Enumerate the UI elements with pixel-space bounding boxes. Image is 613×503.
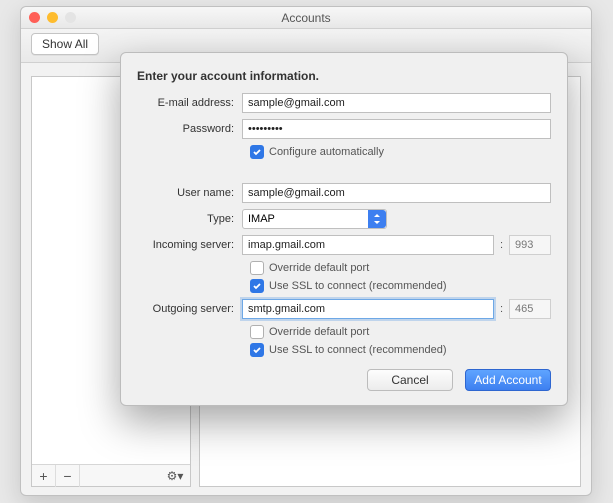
- minimize-icon[interactable]: [47, 12, 58, 23]
- cancel-button[interactable]: Cancel: [367, 369, 453, 391]
- outgoing-override-port-label: Override default port: [269, 326, 369, 338]
- incoming-label: Incoming server:: [137, 239, 242, 251]
- traffic-lights: [29, 12, 76, 23]
- email-label: E-mail address:: [137, 97, 242, 109]
- password-label: Password:: [137, 123, 242, 135]
- type-select[interactable]: IMAP: [242, 209, 387, 229]
- email-field[interactable]: [242, 93, 551, 113]
- configure-automatically-checkbox[interactable]: [250, 145, 264, 159]
- incoming-server-field[interactable]: [242, 235, 494, 255]
- sheet-title: Enter your account information.: [137, 69, 551, 83]
- port-separator: :: [500, 239, 503, 251]
- outgoing-port-field[interactable]: [509, 299, 551, 319]
- password-field[interactable]: [242, 119, 551, 139]
- configure-automatically-label: Configure automatically: [269, 146, 384, 158]
- gear-menu-button[interactable]: ⚙▾: [160, 469, 190, 483]
- type-select-value: IMAP: [248, 213, 275, 225]
- close-icon[interactable]: [29, 12, 40, 23]
- outgoing-server-field[interactable]: [242, 299, 494, 319]
- username-field[interactable]: [242, 183, 551, 203]
- window-title: Accounts: [281, 11, 330, 25]
- outgoing-override-port-checkbox[interactable]: [250, 325, 264, 339]
- port-separator-2: :: [500, 303, 503, 315]
- add-account-button[interactable]: Add Account: [465, 369, 551, 391]
- show-all-button[interactable]: Show All: [31, 33, 99, 55]
- list-footer: + − ⚙▾: [32, 464, 190, 486]
- zoom-icon[interactable]: [65, 12, 76, 23]
- incoming-ssl-label: Use SSL to connect (recommended): [269, 280, 447, 292]
- type-label: Type:: [137, 213, 242, 225]
- remove-account-small-button[interactable]: −: [56, 465, 80, 487]
- add-account-small-button[interactable]: +: [32, 465, 56, 487]
- incoming-override-port-checkbox[interactable]: [250, 261, 264, 275]
- username-label: User name:: [137, 187, 242, 199]
- outgoing-ssl-label: Use SSL to connect (recommended): [269, 344, 447, 356]
- outgoing-label: Outgoing server:: [137, 303, 242, 315]
- chevron-updown-icon: [368, 210, 386, 228]
- titlebar: Accounts: [21, 7, 591, 29]
- outgoing-ssl-checkbox[interactable]: [250, 343, 264, 357]
- incoming-port-field[interactable]: [509, 235, 551, 255]
- account-setup-sheet: Enter your account information. E-mail a…: [120, 52, 568, 406]
- incoming-ssl-checkbox[interactable]: [250, 279, 264, 293]
- incoming-override-port-label: Override default port: [269, 262, 369, 274]
